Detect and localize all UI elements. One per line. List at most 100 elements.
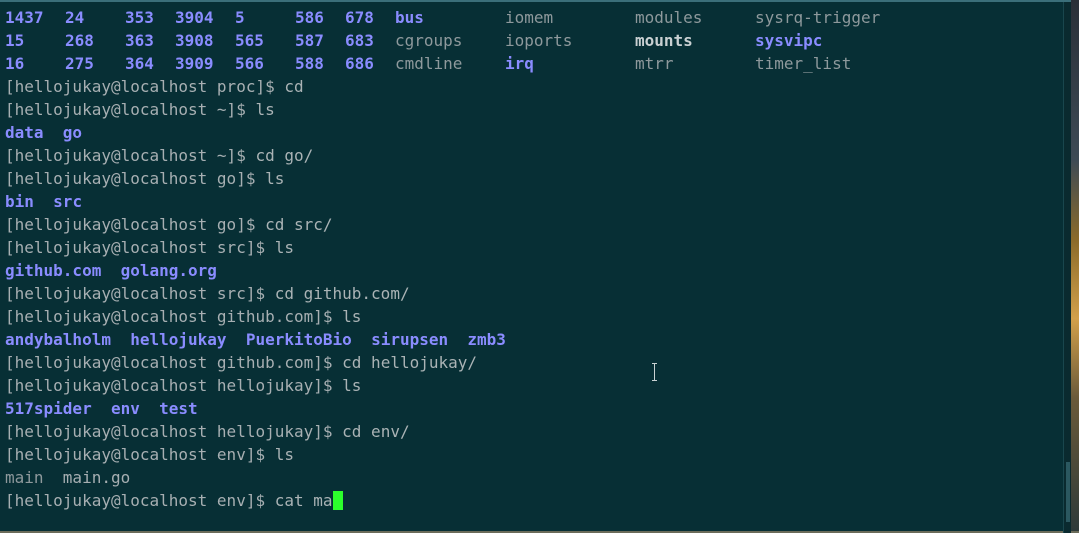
- shell-prompt: [hellojukay@localhost github.com]$: [5, 353, 343, 372]
- proc-entry: 3908: [175, 31, 214, 50]
- shell-prompt: [hellojukay@localhost proc]$: [5, 77, 285, 96]
- shell-prompt: [hellojukay@localhost env]$: [5, 491, 275, 510]
- proc-entry: sysvipc: [755, 31, 823, 50]
- shell-prompt: [hellojukay@localhost hellojukay]$: [5, 422, 343, 441]
- proc-entry: 683: [345, 31, 374, 50]
- proc-entry: modules: [635, 8, 703, 27]
- mouse-ibeam-cursor: [652, 363, 658, 381]
- proc-entry: 686: [345, 54, 374, 73]
- text-cursor: [332, 491, 343, 510]
- file-entry: main.go: [62, 468, 131, 487]
- proc-listing-row: 15 268 363 3908 565 587 683 cgroups iopo…: [5, 29, 1059, 52]
- shell-command: ls: [255, 100, 275, 119]
- desktop-background-edge: [1071, 0, 1079, 531]
- proc-entry: mtrr: [635, 54, 674, 73]
- shell-prompt: [hellojukay@localhost go]$: [5, 215, 266, 234]
- proc-entry: 16: [5, 54, 25, 73]
- shell-command: ls: [265, 169, 285, 188]
- proc-entry: mounts: [635, 31, 693, 50]
- directory-entry: test: [159, 399, 198, 418]
- shell-line: [hellojukay@localhost hellojukay]$ ls: [5, 374, 1059, 397]
- shell-command: ls: [274, 445, 294, 464]
- ls-output: data go: [5, 121, 1059, 144]
- proc-entry: 364: [125, 54, 154, 73]
- directory-entry: data: [5, 123, 44, 142]
- proc-entry: iomem: [505, 8, 554, 27]
- proc-entry: 268: [65, 31, 94, 50]
- shell-line: [hellojukay@localhost go]$ ls: [5, 167, 1059, 190]
- shell-command: ls: [342, 307, 362, 326]
- proc-listing-row: 16 275 364 3909 566 588 686 cmdline irq …: [5, 52, 1059, 75]
- shell-command: cd: [284, 77, 304, 96]
- shell-prompt: [hellojukay@localhost src]$: [5, 284, 275, 303]
- proc-entry: 363: [125, 31, 154, 50]
- proc-entry: 1437: [5, 8, 44, 27]
- shell-command: cd hellojukay/: [342, 353, 478, 372]
- proc-entry: sysrq-trigger: [755, 8, 881, 27]
- proc-entry: 586: [295, 8, 324, 27]
- proc-entry: 353: [125, 8, 154, 27]
- shell-line: [hellojukay@localhost ~]$ ls: [5, 98, 1059, 121]
- directory-entry: PuerkitoBio: [245, 330, 352, 349]
- shell-command: cd src/: [265, 215, 333, 234]
- command-input[interactable]: cat ma: [275, 491, 333, 510]
- proc-entry: 5: [235, 8, 245, 27]
- directory-entry: sirupsen: [371, 330, 449, 349]
- proc-entry: irq: [505, 54, 534, 73]
- directory-entry: andybalholm: [5, 330, 111, 349]
- directory-entry: bin: [5, 192, 34, 211]
- proc-entry: bus: [395, 8, 424, 27]
- ls-output: bin src: [5, 190, 1059, 213]
- directory-entry: github.com: [5, 261, 102, 280]
- scrollbar-thumb[interactable]: [1066, 462, 1070, 522]
- shell-line: [hellojukay@localhost hellojukay]$ cd en…: [5, 420, 1059, 443]
- shell-prompt: [hellojukay@localhost go]$: [5, 169, 266, 188]
- shell-input-line[interactable]: [hellojukay@localhost env]$ cat ma: [5, 489, 1059, 512]
- terminal-scrollbar[interactable]: [1063, 2, 1071, 533]
- file-entry: main: [5, 468, 44, 487]
- proc-entry: 15: [5, 31, 25, 50]
- proc-entry: 24: [65, 8, 85, 27]
- proc-entry: 3909: [175, 54, 214, 73]
- proc-entry: 588: [295, 54, 324, 73]
- ls-output: main main.go: [5, 466, 1059, 489]
- directory-entry: zmb3: [467, 330, 506, 349]
- directory-entry: env: [110, 399, 140, 418]
- proc-entry: 275: [65, 54, 94, 73]
- shell-prompt: [hellojukay@localhost env]$: [5, 445, 275, 464]
- shell-line: [hellojukay@localhost github.com]$ ls: [5, 305, 1059, 328]
- shell-prompt: [hellojukay@localhost ~]$: [5, 146, 256, 165]
- shell-command: ls: [342, 376, 362, 395]
- shell-line: [hellojukay@localhost github.com]$ cd he…: [5, 351, 1059, 374]
- shell-command: cd env/: [342, 422, 410, 441]
- shell-line: [hellojukay@localhost src]$ ls: [5, 236, 1059, 259]
- shell-prompt: [hellojukay@localhost ~]$: [5, 100, 256, 119]
- proc-entry: cgroups: [395, 31, 463, 50]
- ls-output: github.com golang.org: [5, 259, 1059, 282]
- shell-line: [hellojukay@localhost proc]$ cd: [5, 75, 1059, 98]
- terminal-window[interactable]: 1437 24 353 3904 5 586 678 bus iomem mod…: [0, 0, 1071, 533]
- shell-line: [hellojukay@localhost env]$ ls: [5, 443, 1059, 466]
- shell-command: cd go/: [255, 146, 314, 165]
- proc-entry: cmdline: [395, 54, 463, 73]
- directory-entry: 517spider: [5, 399, 92, 418]
- shell-prompt: [hellojukay@localhost github.com]$: [5, 307, 343, 326]
- shell-command: cd github.com/: [274, 284, 410, 303]
- shell-prompt: [hellojukay@localhost hellojukay]$: [5, 376, 343, 395]
- proc-entry: ioports: [505, 31, 573, 50]
- proc-entry: timer_list: [755, 54, 852, 73]
- directory-entry: src: [53, 192, 83, 211]
- shell-line: [hellojukay@localhost go]$ cd src/: [5, 213, 1059, 236]
- shell-line: [hellojukay@localhost src]$ cd github.co…: [5, 282, 1059, 305]
- ls-output: andybalholm hellojukay PuerkitoBio sirup…: [5, 328, 1059, 351]
- proc-entry: 565: [235, 31, 264, 50]
- shell-line: [hellojukay@localhost ~]$ cd go/: [5, 144, 1059, 167]
- directory-entry: go: [62, 123, 83, 142]
- terminal-screen[interactable]: 1437 24 353 3904 5 586 678 bus iomem mod…: [5, 6, 1059, 512]
- proc-entry: 587: [295, 31, 324, 50]
- directory-entry: hellojukay: [130, 330, 227, 349]
- proc-entry: 566: [235, 54, 264, 73]
- proc-entry: 3904: [175, 8, 214, 27]
- ls-output: 517spider env test: [5, 397, 1059, 420]
- proc-entry: 678: [345, 8, 374, 27]
